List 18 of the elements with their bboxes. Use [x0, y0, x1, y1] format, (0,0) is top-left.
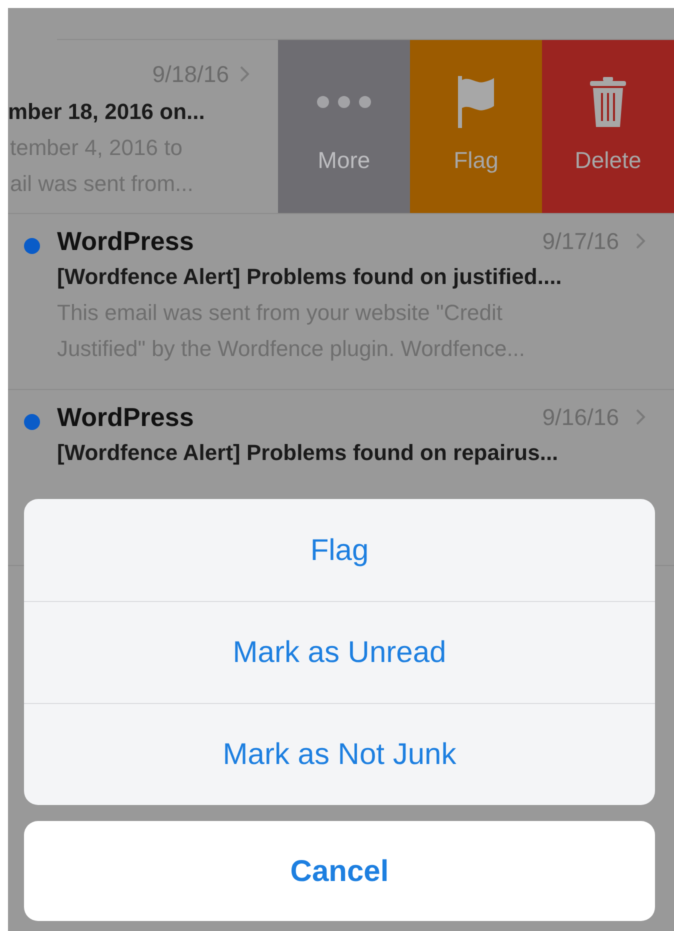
action-sheet-item[interactable]: Mark as Not Junk — [24, 703, 655, 805]
message-subject: [Wordfence Alert] Problems found on justified.... — [57, 262, 563, 291]
chevron-icon — [239, 65, 250, 83]
sender-name: WordPress — [57, 225, 194, 258]
cancel-button[interactable]: Cancel — [24, 821, 655, 921]
more-icon — [317, 96, 371, 108]
message-subject: mber 18, 2016 on... — [8, 98, 206, 126]
sender-name: WordPress — [57, 401, 194, 434]
flag-icon — [456, 76, 496, 128]
chevron-icon — [635, 408, 646, 426]
more-button[interactable]: More — [278, 40, 410, 213]
trash-icon — [590, 77, 626, 128]
flag-button[interactable]: Flag — [410, 40, 542, 213]
action-sheet-item[interactable]: Flag — [24, 499, 655, 601]
message-subject: [Wordfence Alert] Problems found on repairus... — [57, 438, 560, 467]
delete-button[interactable]: Delete — [542, 40, 674, 213]
chevron-icon — [635, 232, 646, 250]
action-sheet-item[interactable]: Mark as Unread — [24, 601, 655, 703]
